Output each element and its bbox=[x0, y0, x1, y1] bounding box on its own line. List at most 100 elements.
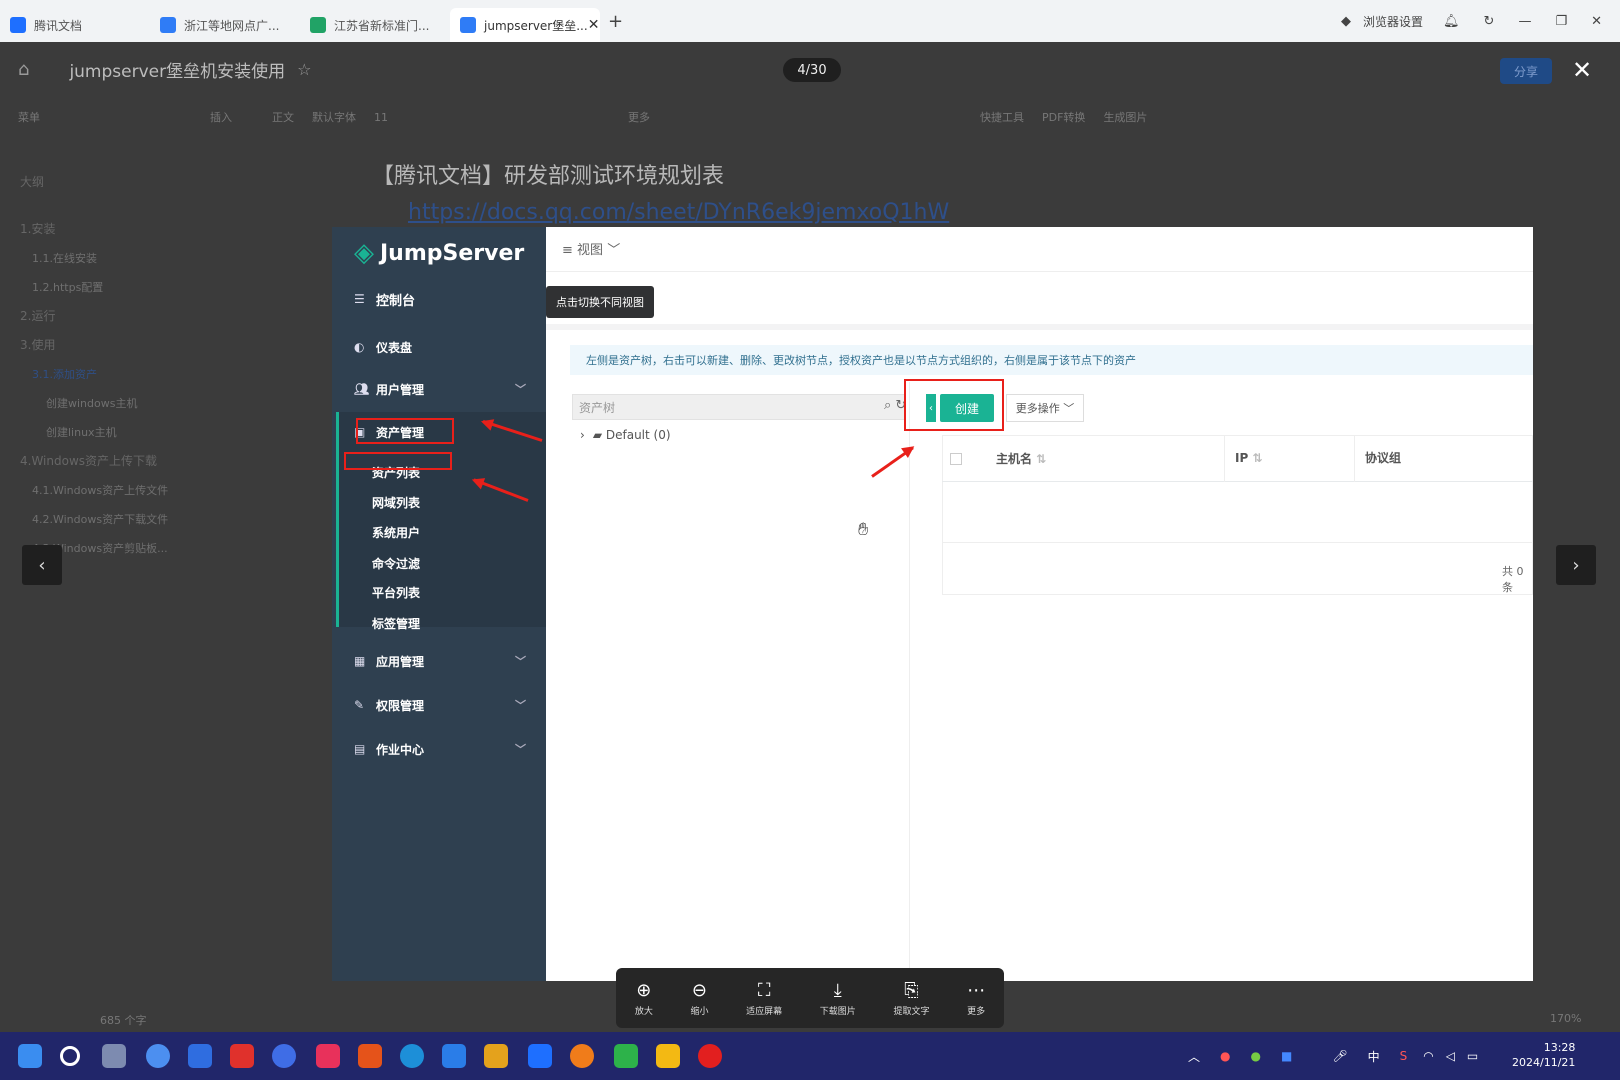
tree-node-label: Default (0) bbox=[605, 428, 671, 442]
toolbar-size[interactable]: 11 bbox=[374, 111, 388, 124]
app-icon[interactable] bbox=[442, 1044, 466, 1068]
dashboard-icon: ◐ bbox=[354, 340, 365, 354]
system-clock[interactable]: 13:28 2024/11/21 bbox=[1512, 1040, 1575, 1070]
menu-ops[interactable]: ▤ 作业中心 ﹀ bbox=[332, 727, 546, 771]
menu-apps[interactable]: ▦ 应用管理 ﹀ bbox=[332, 639, 546, 683]
share-button[interactable]: 分享 bbox=[1500, 58, 1552, 84]
battery-icon[interactable]: ▭ bbox=[1467, 1049, 1478, 1063]
browser-tab-1[interactable]: 腾讯文档 bbox=[0, 8, 150, 42]
close-window-icon[interactable]: ✕ bbox=[1591, 14, 1602, 29]
chevron-right-icon: › bbox=[1572, 554, 1580, 576]
outline-item[interactable]: 4.1.Windows资产上传文件 bbox=[20, 476, 200, 505]
toolbar-quick[interactable]: 快捷工具 bbox=[980, 109, 1024, 125]
submenu-domain-list[interactable]: 网域列表 bbox=[372, 494, 420, 511]
search-app-icon[interactable] bbox=[570, 1044, 594, 1068]
outline-item[interactable]: 4.2.Windows资产下载文件 bbox=[20, 505, 200, 534]
toolbar-insert[interactable]: 插入 bbox=[210, 109, 232, 125]
app-icon[interactable] bbox=[316, 1044, 340, 1068]
wifi-icon[interactable]: ◠ bbox=[1423, 1049, 1433, 1063]
chevron-down-icon: ﹀ bbox=[515, 699, 526, 712]
column-ip[interactable]: IP ⇅ bbox=[1224, 434, 1263, 482]
record-icon[interactable] bbox=[698, 1044, 722, 1068]
tray-app-icon[interactable]: ■ bbox=[1281, 1049, 1292, 1063]
windows-start-icon[interactable] bbox=[18, 1044, 42, 1068]
new-tab-icon[interactable]: + bbox=[608, 11, 623, 32]
more-actions-dropdown[interactable]: 更多操作 ﹀ bbox=[1006, 394, 1084, 422]
outline-item[interactable]: 1.安装 bbox=[20, 215, 200, 244]
tray-app-icon[interactable]: S bbox=[1400, 1049, 1408, 1063]
outline-item[interactable]: 创建linux主机 bbox=[20, 418, 200, 447]
column-label: 协议组 bbox=[1365, 450, 1402, 465]
menu-console[interactable]: ☰ 控制台 bbox=[332, 277, 546, 321]
browser-settings-label[interactable]: 浏览器设置 bbox=[1363, 13, 1423, 30]
outline-item[interactable]: 2.运行 bbox=[20, 302, 200, 331]
zoom-level: 170% bbox=[1550, 1012, 1582, 1025]
column-protocols[interactable]: 协议组 bbox=[1354, 434, 1402, 482]
view-label: 视图 bbox=[577, 243, 604, 258]
app-icon[interactable] bbox=[230, 1044, 254, 1068]
browser-icon[interactable] bbox=[146, 1044, 170, 1068]
submenu-platform-list[interactable]: 平台列表 bbox=[372, 584, 420, 601]
word-count: 685 个字 bbox=[100, 1014, 147, 1027]
clock-time: 13:28 bbox=[1543, 1041, 1576, 1054]
folder-icon[interactable] bbox=[656, 1044, 680, 1068]
select-all-checkbox[interactable] bbox=[950, 453, 962, 465]
submenu-command-filter[interactable]: 命令过滤 bbox=[372, 555, 420, 572]
column-hostname[interactable]: 主机名 ⇅ bbox=[996, 450, 1046, 467]
close-viewer-icon[interactable]: ✕ bbox=[1572, 56, 1592, 84]
menu-perms[interactable]: ✎ 权限管理 ﹀ bbox=[332, 683, 546, 727]
tencent-docs-icon[interactable] bbox=[528, 1044, 552, 1068]
browser-tab-4[interactable]: jumpserver堡垒... ✕ bbox=[450, 8, 600, 42]
document-link[interactable]: https://docs.qq.com/sheet/DYnR6ek9jemxoQ… bbox=[408, 200, 949, 225]
tree-node-default[interactable]: › ▰ Default (0) bbox=[580, 428, 671, 442]
search-icon[interactable]: ⌕ ↻ bbox=[884, 398, 906, 413]
task-view-icon[interactable] bbox=[102, 1044, 126, 1068]
tray-app-icon[interactable]: ● bbox=[1220, 1049, 1230, 1063]
shield-icon[interactable]: ◆ bbox=[1341, 14, 1351, 29]
toolbar-pdf[interactable]: PDF转换 bbox=[1042, 109, 1085, 125]
volume-icon[interactable]: ◁ bbox=[1446, 1049, 1455, 1063]
editor-toolbar: 菜单 插入 正文 默认字体 11 更多 快捷工具 PDF转换 生成图片 bbox=[0, 104, 1620, 130]
view-toggle[interactable]: ≡ 视图 ﹀ bbox=[562, 239, 620, 258]
chevron-right-icon: › bbox=[580, 428, 585, 442]
minimize-icon[interactable]: — bbox=[1518, 14, 1531, 29]
clock-date: 2024/11/21 bbox=[1512, 1056, 1576, 1069]
microphone-icon[interactable]: 🎤︎ bbox=[1332, 1049, 1347, 1063]
tree-search-input[interactable]: 资产树 bbox=[572, 394, 906, 420]
submenu-label-manage[interactable]: 标签管理 bbox=[372, 615, 420, 632]
app-icon[interactable] bbox=[272, 1044, 296, 1068]
previous-image-button[interactable]: ‹ bbox=[22, 545, 62, 585]
star-icon[interactable]: ☆ bbox=[297, 60, 311, 79]
outline-item[interactable]: 1.2.https配置 bbox=[20, 273, 200, 302]
toolbar-font[interactable]: 默认字体 bbox=[312, 109, 356, 125]
outline-item-active[interactable]: 3.1.添加资产 bbox=[20, 360, 200, 389]
tray-app-icon[interactable]: ● bbox=[1251, 1049, 1261, 1063]
next-image-button[interactable]: › bbox=[1556, 545, 1596, 585]
outline-item[interactable]: 创建windows主机 bbox=[20, 389, 200, 418]
toolbar-image[interactable]: 生成图片 bbox=[1103, 109, 1147, 125]
edge-icon[interactable] bbox=[400, 1044, 424, 1068]
browser-tab-3[interactable]: 江苏省新标准门... bbox=[300, 8, 450, 42]
submenu-system-users[interactable]: 系统用户 bbox=[372, 524, 420, 541]
toolbar-menu[interactable]: 菜单 bbox=[18, 109, 40, 125]
restore-icon[interactable]: ❐ bbox=[1555, 14, 1567, 29]
toolbar-style[interactable]: 正文 bbox=[272, 109, 294, 125]
bell-icon[interactable]: 🔔︎ bbox=[1443, 14, 1460, 29]
chevron-up-icon[interactable]: ︿ bbox=[1188, 1048, 1200, 1065]
outline-item[interactable]: 4.Windows资产上传下载 bbox=[20, 447, 200, 476]
close-icon[interactable]: ✕ bbox=[588, 17, 600, 33]
outline-item[interactable]: 3.使用 bbox=[20, 331, 200, 360]
search-icon[interactable] bbox=[60, 1046, 80, 1066]
ime-indicator[interactable]: 中 bbox=[1368, 1048, 1380, 1065]
wechat-icon[interactable] bbox=[614, 1044, 638, 1068]
menu-dashboard[interactable]: ◐ 仪表盘 bbox=[332, 325, 546, 369]
wps-icon[interactable] bbox=[358, 1044, 382, 1068]
home-icon[interactable]: ⌂ bbox=[18, 59, 29, 80]
refresh-icon[interactable]: ↻ bbox=[1484, 14, 1495, 29]
outline-item[interactable]: 1.1.在线安装 bbox=[20, 244, 200, 273]
app-icon[interactable] bbox=[188, 1044, 212, 1068]
menu-users[interactable]: 👥︎ 用户管理 ﹀ bbox=[332, 367, 546, 411]
browser-tab-2[interactable]: 浙江等地网点广... bbox=[150, 8, 300, 42]
app-icon[interactable] bbox=[484, 1044, 508, 1068]
toolbar-more[interactable]: 更多 bbox=[628, 109, 650, 125]
